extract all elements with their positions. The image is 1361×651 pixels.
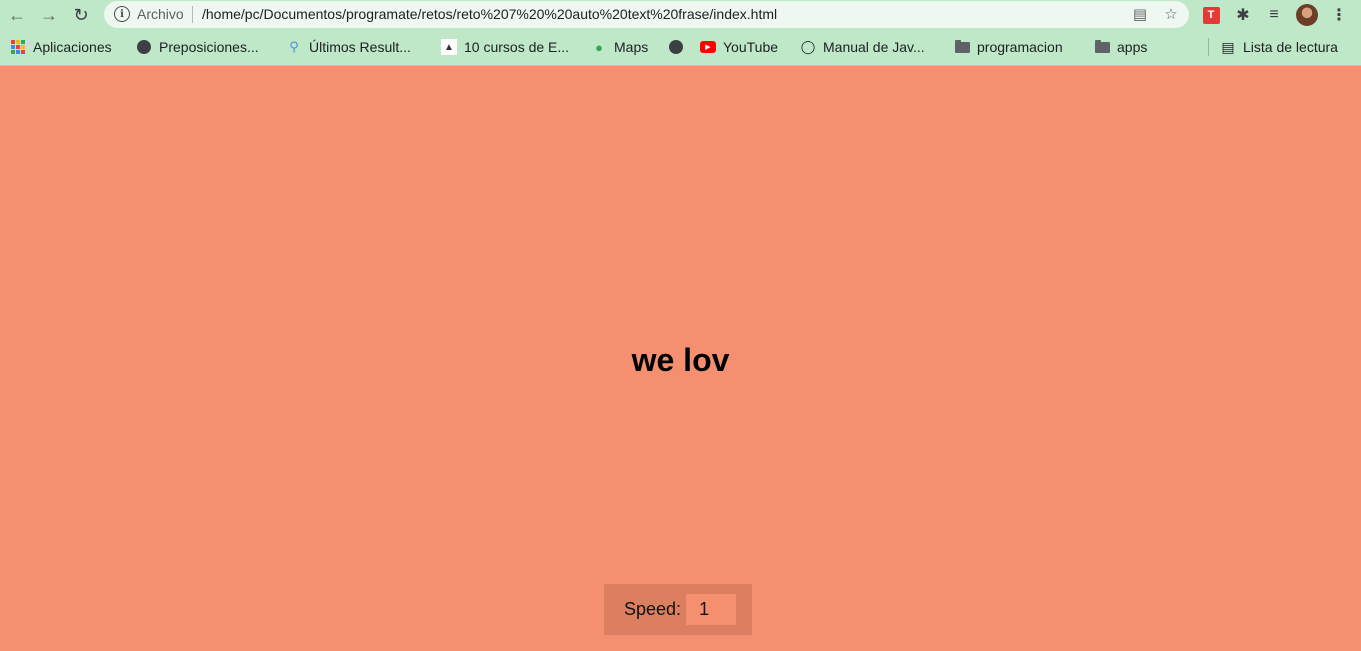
reading-list-label: Lista de lectura xyxy=(1243,39,1338,55)
address-separator xyxy=(192,6,193,23)
bookmark-label: apps xyxy=(1117,39,1148,55)
translate-icon[interactable]: ▤ xyxy=(1131,5,1149,23)
bookmark-label: 10 cursos de E... xyxy=(464,39,570,55)
bookmark-label: Maps xyxy=(614,39,649,55)
bookmark-aplicaciones[interactable]: Aplicaciones xyxy=(10,34,112,60)
forward-arrow-icon[interactable]: → xyxy=(37,3,61,27)
reading-list-button[interactable]: ▤ Lista de lectura xyxy=(1220,34,1338,60)
youtube-icon: ▶ xyxy=(700,39,716,55)
bookmark-star-icon[interactable]: ☆ xyxy=(1162,5,1180,23)
bookmark-label: programacion xyxy=(977,39,1063,55)
bookmark-label: Manual de Jav... xyxy=(823,39,925,55)
bookmarks-bar: Aplicaciones Preposiciones... ⚲ Últimos … xyxy=(0,34,1361,60)
globe-icon xyxy=(668,39,684,55)
speed-input[interactable] xyxy=(686,594,737,625)
profile-avatar[interactable] xyxy=(1295,3,1319,27)
bookmark-folder-apps[interactable]: apps xyxy=(1094,34,1147,60)
course-icon: ▲ xyxy=(441,39,457,55)
bookmark-label: Preposiciones... xyxy=(159,39,259,55)
url-text[interactable]: /home/pc/Documentos/programate/retos/ret… xyxy=(202,6,777,22)
address-bar[interactable]: i Archivo /home/pc/Documentos/programate… xyxy=(104,1,1189,28)
bookmark-preposiciones[interactable]: Preposiciones... xyxy=(136,34,259,60)
extension-tt-badge: T xyxy=(1202,6,1220,24)
security-label: Archivo xyxy=(137,6,184,22)
bookmark-youtube[interactable]: ▶ YouTube xyxy=(700,34,778,60)
media-control-icon[interactable]: ≡ xyxy=(1262,3,1286,27)
bookmark-maps[interactable]: ● Maps xyxy=(591,34,648,60)
bookmark-label: Últimos Result... xyxy=(309,39,411,55)
reading-list-icon: ▤ xyxy=(1221,38,1235,55)
bookmark-label: Aplicaciones xyxy=(33,39,112,55)
folder-icon xyxy=(1094,39,1110,55)
extensions-puzzle-icon[interactable]: ✱ xyxy=(1231,3,1255,27)
menu-kebab-icon[interactable]: ⋮ xyxy=(1327,3,1351,27)
bookmark-globe[interactable] xyxy=(668,34,691,60)
java-icon: ◯ xyxy=(800,39,816,54)
speed-control: Speed: xyxy=(604,584,752,635)
bookmark-ultimos-resultados[interactable]: ⚲ Últimos Result... xyxy=(286,34,411,60)
info-icon[interactable]: i xyxy=(114,6,130,22)
reload-icon[interactable]: ↻ xyxy=(69,3,93,27)
maps-pin-icon: ● xyxy=(595,39,603,55)
page-content: we lov Speed: xyxy=(0,66,1361,651)
bookmark-label: YouTube xyxy=(723,39,779,55)
globe-icon xyxy=(136,39,152,55)
extension-tt-icon[interactable]: T xyxy=(1199,3,1223,27)
browser-chrome: ← → ↻ i Archivo /home/pc/Documentos/prog… xyxy=(0,0,1361,66)
bookmark-folder-programacion[interactable]: programacion xyxy=(954,34,1063,60)
apps-grid-icon xyxy=(10,39,26,55)
avatar xyxy=(1296,4,1318,26)
auto-text-phrase: we lov xyxy=(631,342,730,378)
bookmark-10-cursos[interactable]: ▲ 10 cursos de E... xyxy=(441,34,569,60)
idea-icon: ⚲ xyxy=(289,39,299,54)
browser-toolbar: ← → ↻ i Archivo /home/pc/Documentos/prog… xyxy=(0,0,1361,30)
bookmark-manual-java[interactable]: ◯ Manual de Jav... xyxy=(800,34,925,60)
back-arrow-icon[interactable]: ← xyxy=(5,3,29,27)
folder-icon xyxy=(954,39,970,55)
speed-label: Speed: xyxy=(624,599,682,619)
bookmarks-divider xyxy=(1208,38,1209,56)
